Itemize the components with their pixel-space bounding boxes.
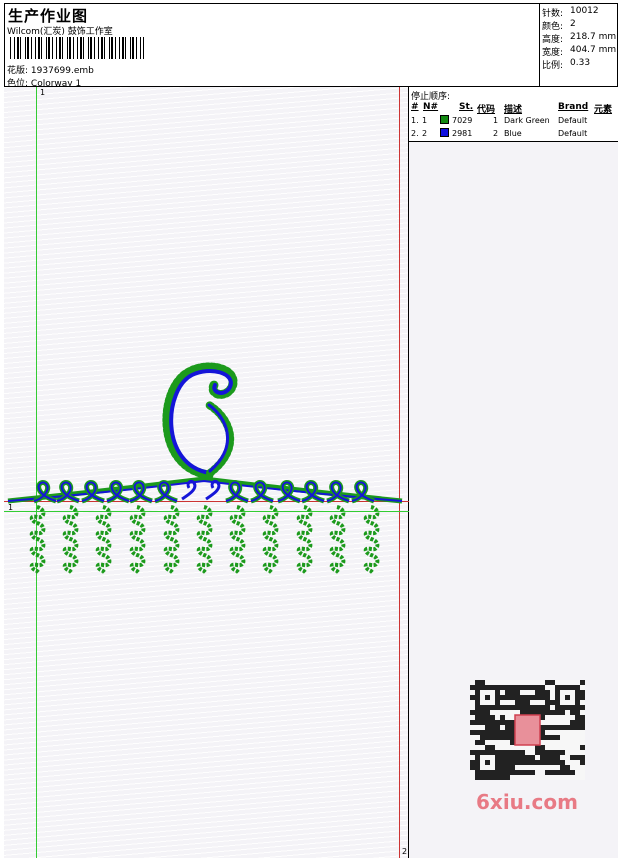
- dangle-motif: [196, 505, 213, 575]
- design-label: 花版:: [7, 66, 29, 76]
- col-stitches: St.: [459, 102, 474, 112]
- dangle-motif: [129, 505, 146, 575]
- dangle-row: [29, 505, 380, 575]
- dangle-motif: [329, 505, 346, 575]
- embroidery-design: [7, 362, 403, 575]
- page-title: 生产作业图: [8, 7, 89, 25]
- stop-sequence-panel: 停止顺序: # N# St. 代码 描述 Brand 元素 1. 1 7029 …: [409, 87, 618, 142]
- col-brand: Brand: [558, 102, 589, 112]
- color-swatch: [440, 128, 449, 137]
- stop-sequence-title: 停止顺序:: [411, 92, 451, 102]
- dangle-motif: [363, 505, 380, 575]
- header-panel: 生产作业图 Wilcom(汇炭) 鼓饰工作室 花版: 1937699.emb 色…: [4, 3, 540, 89]
- company-name: Wilcom(汇炭) 鼓饰工作室: [7, 27, 113, 37]
- dangle-motif: [95, 505, 112, 575]
- loop-motif: [33, 480, 57, 504]
- stat-width: 宽度: 404.7 mm: [542, 45, 617, 58]
- dangle-motif: [163, 505, 180, 575]
- color-swatch: [440, 115, 449, 124]
- dangle-motif: [62, 505, 79, 575]
- col-num: #: [411, 102, 419, 112]
- dangle-motif: [29, 505, 46, 575]
- col-element: 元素: [594, 105, 613, 115]
- stat-colors: 颜色: 2: [542, 19, 576, 32]
- dangle-motif: [229, 505, 246, 575]
- dangle-motif: [262, 505, 279, 575]
- paisley-motif: [162, 362, 238, 480]
- qr-code-icon: [470, 680, 585, 780]
- watermark-text: 6xiu.com: [476, 790, 578, 814]
- stat-scale: 比例: 0.33: [542, 58, 591, 71]
- stats-panel: 针数: 10012 颜色: 2 高度: 218.7 mm 宽度: 404.7 mm 比例…: [540, 3, 618, 87]
- barcode-icon: [10, 37, 144, 59]
- stat-stitches: 针数: 10012: [542, 6, 599, 19]
- col-desc: 描述: [504, 105, 523, 115]
- design-canvas: 1 1 2: [4, 87, 409, 858]
- dangle-motif: [296, 505, 313, 575]
- stat-height: 高度: 218.7 mm: [542, 32, 617, 45]
- loop-motif: [351, 480, 375, 504]
- design-value: 1937699.emb: [30, 66, 94, 76]
- col-needle: N#: [423, 102, 439, 112]
- col-code: 代码: [477, 105, 496, 115]
- design-file-line: 花版: 1937699.emb: [7, 63, 94, 76]
